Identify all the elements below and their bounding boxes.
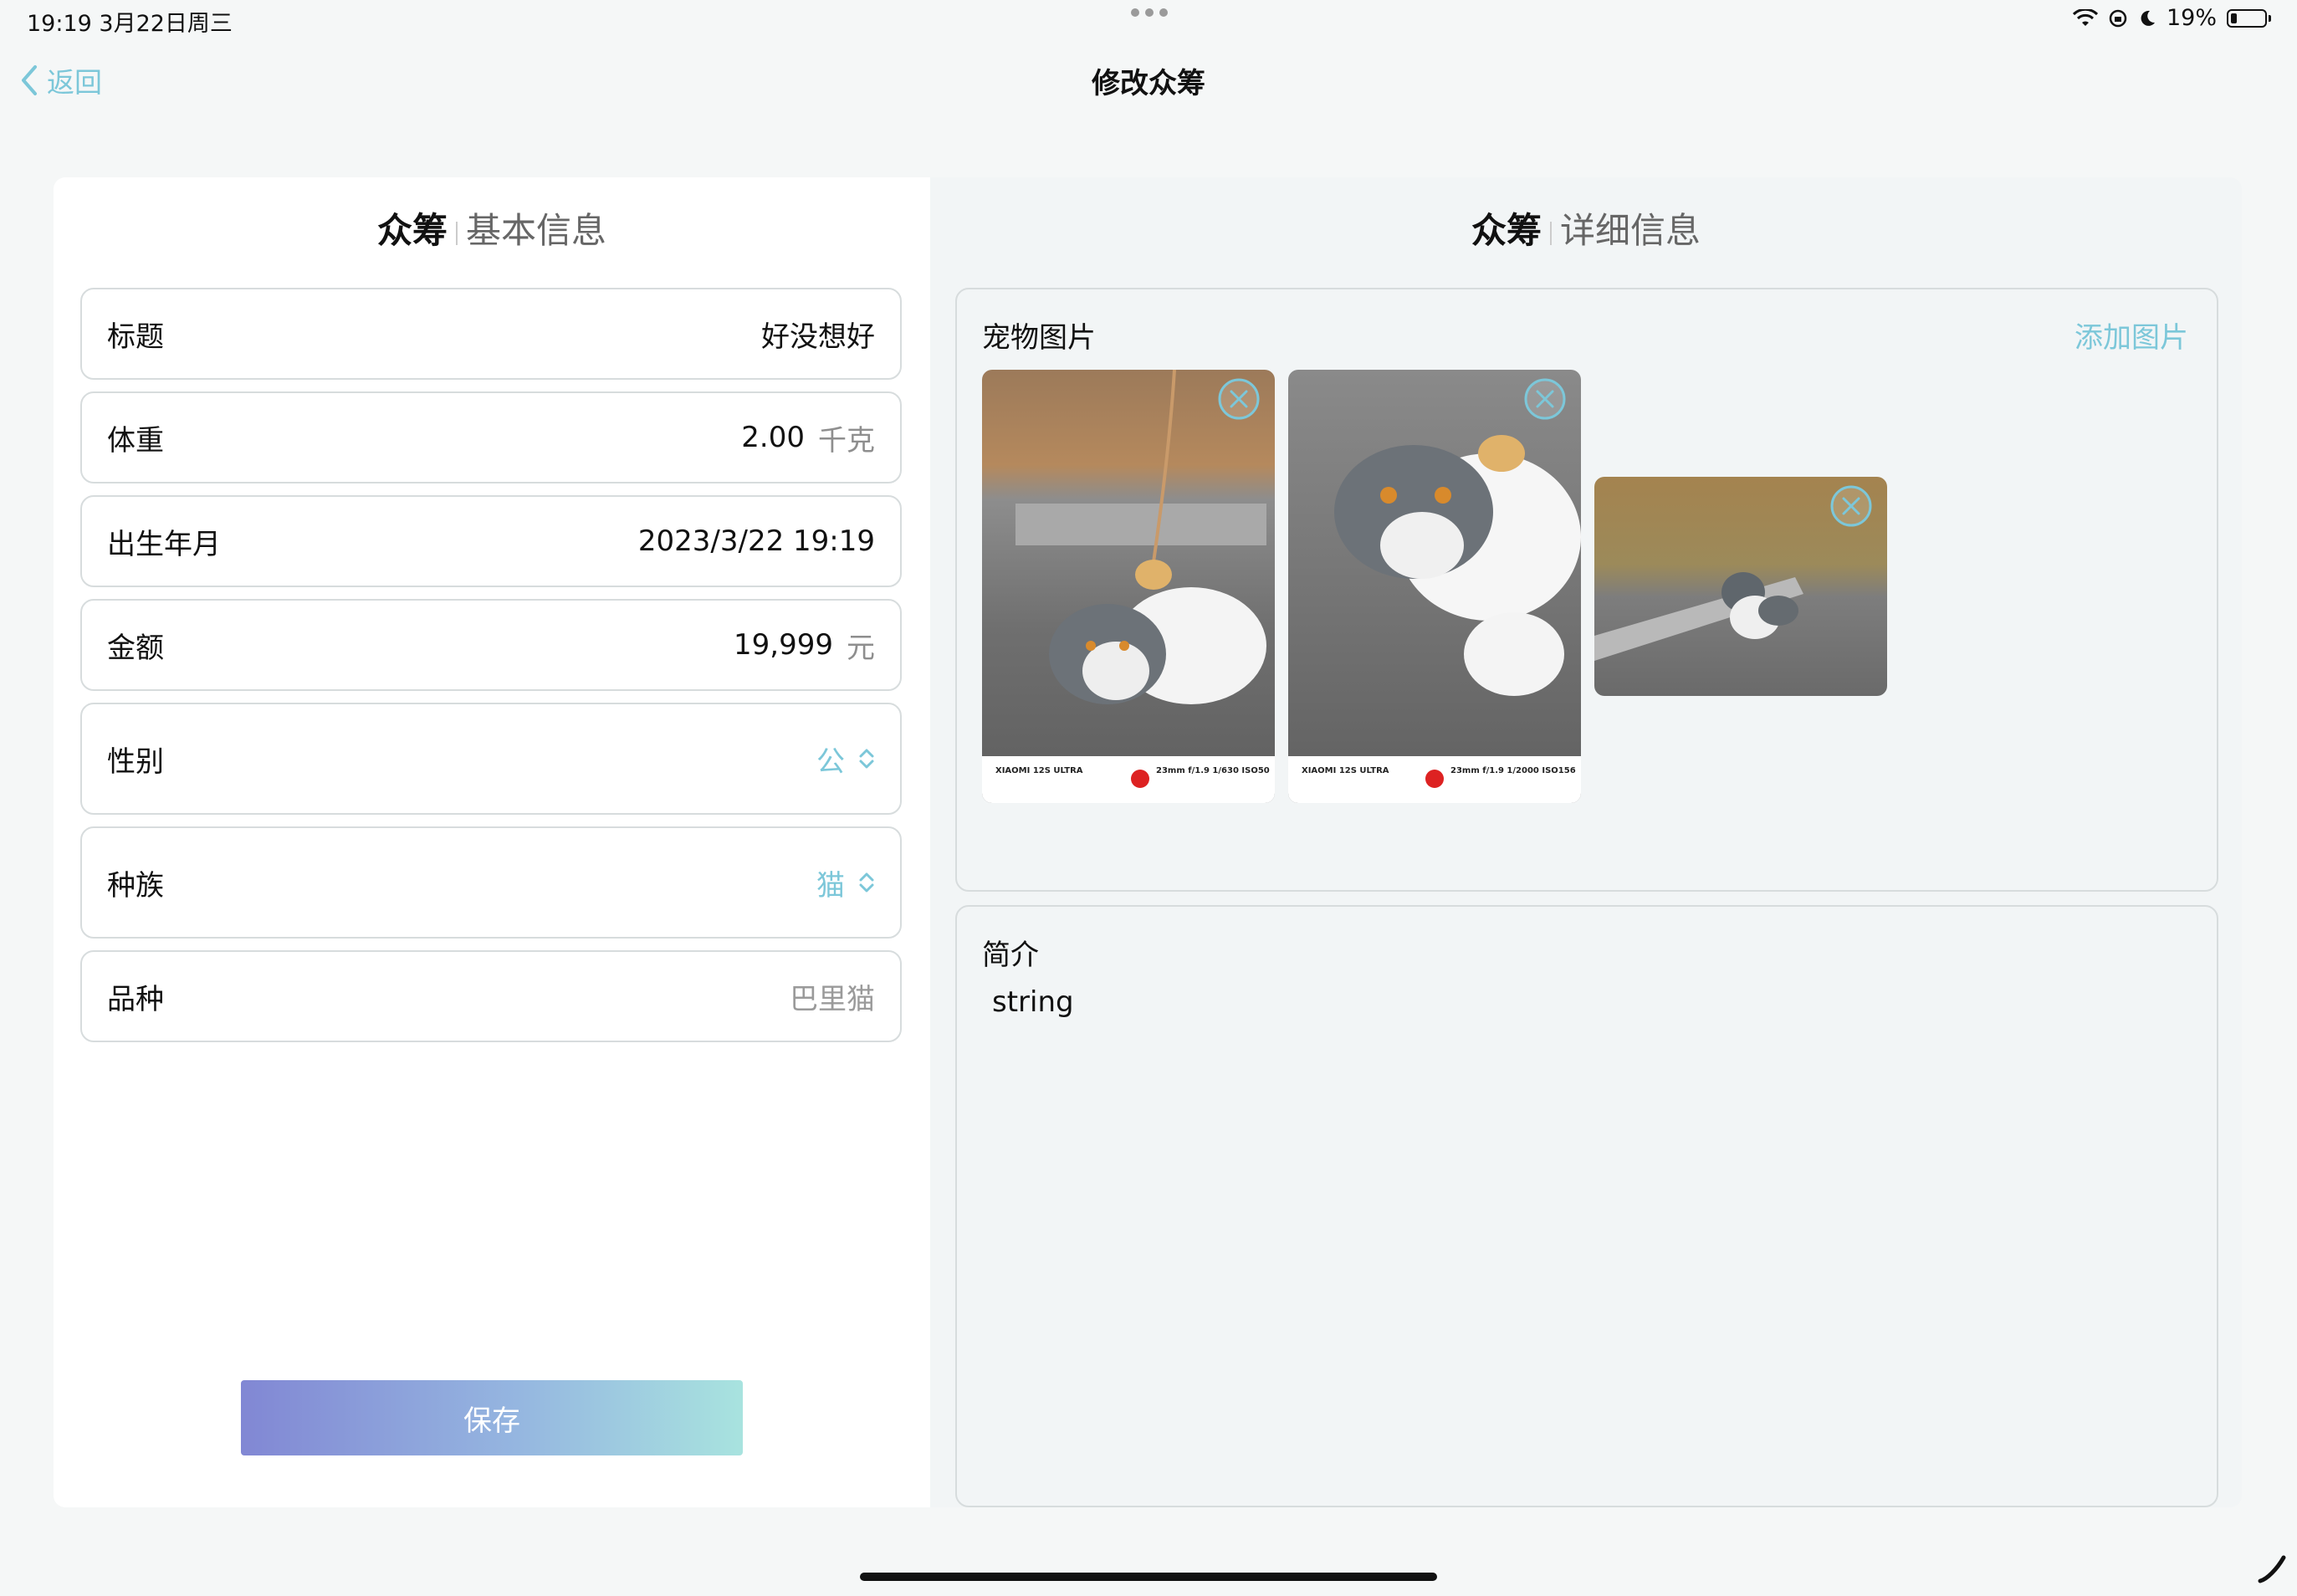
field-label: 出生年月 bbox=[107, 527, 221, 561]
pencil-indicator-icon bbox=[2258, 1555, 2286, 1583]
detail-info-panel: 众筹 详细信息 宠物图片 添加图片 XIAOMI 12S ULTRA 23mm f… bbox=[930, 177, 2242, 1507]
field-label: 标题 bbox=[107, 320, 164, 354]
page-title: 修改众筹 bbox=[1092, 67, 1205, 100]
breed-field[interactable]: 品种 巴里猫 bbox=[80, 950, 902, 1042]
status-indicators: 19% bbox=[2072, 5, 2271, 31]
gender-picker[interactable]: 性别 公 bbox=[80, 703, 902, 815]
species-picker[interactable]: 种族 猫 bbox=[80, 826, 902, 939]
heading-bold: 众筹 bbox=[376, 210, 448, 251]
intro-label: 简介 bbox=[982, 939, 1039, 972]
leica-logo bbox=[1425, 770, 1444, 788]
multitask-dots[interactable] bbox=[1131, 8, 1168, 17]
pet-photos-label: 宠物图片 bbox=[982, 321, 1096, 355]
pet-photo[interactable] bbox=[1594, 477, 1887, 696]
title-field[interactable]: 标题 好没想好 bbox=[80, 288, 902, 380]
amount-value[interactable]: 19,999 bbox=[734, 628, 833, 662]
chevron-up-down-icon bbox=[859, 872, 874, 893]
heading-light: 基本信息 bbox=[466, 210, 607, 251]
add-photo-button[interactable]: 添加图片 bbox=[2074, 315, 2188, 356]
photo-watermark-strip: XIAOMI 12S ULTRA 23mm f/1.9 1/2000 ISO15… bbox=[1288, 756, 1581, 803]
camera-model: XIAOMI 12S ULTRA bbox=[1302, 766, 1389, 775]
gender-value: 公 bbox=[816, 744, 845, 779]
remove-photo-icon[interactable] bbox=[1218, 378, 1260, 420]
heading-light: 详细信息 bbox=[1560, 210, 1701, 251]
chevron-up-down-icon bbox=[859, 749, 874, 769]
weight-unit: 千克 bbox=[818, 423, 875, 458]
weight-value[interactable]: 2.00 bbox=[741, 421, 805, 454]
cat-illustration bbox=[1015, 370, 1266, 704]
battery-percent: 19% bbox=[2166, 5, 2217, 31]
basic-info-heading: 众筹 基本信息 bbox=[54, 202, 930, 253]
exif-info: 23mm f/1.9 1/2000 ISO156 bbox=[1450, 766, 1576, 775]
weight-field[interactable]: 体重 2.00 千克 bbox=[80, 391, 902, 483]
birth-date-field[interactable]: 出生年月 2023/3/22 19:19 bbox=[80, 495, 902, 587]
field-label: 种族 bbox=[107, 868, 164, 903]
status-time: 19:19 3月22日周三 bbox=[27, 11, 233, 37]
intro-card[interactable]: 简介 string bbox=[955, 905, 2218, 1507]
orientation-lock-icon bbox=[2109, 9, 2127, 27]
exif-info: 23mm f/1.9 1/630 ISO50 bbox=[1156, 766, 1270, 775]
intro-textarea[interactable]: string bbox=[992, 985, 1074, 1019]
field-label: 金额 bbox=[107, 631, 164, 665]
birth-date-value[interactable]: 2023/3/22 19:19 bbox=[638, 524, 875, 558]
photo-watermark-strip: XIAOMI 12S ULTRA 23mm f/1.9 1/630 ISO50 bbox=[982, 756, 1275, 803]
breed-input-placeholder[interactable]: 巴里猫 bbox=[790, 976, 875, 1017]
pet-photo[interactable]: XIAOMI 12S ULTRA 23mm f/1.9 1/630 ISO50 bbox=[982, 370, 1275, 803]
wifi-icon bbox=[2072, 8, 2098, 26]
basic-info-panel: 众筹 基本信息 标题 好没想好 体重 2.00 千克 出生年月 2023/3/22 … bbox=[54, 177, 930, 1507]
pet-photos-card: 宠物图片 添加图片 XIAOMI 12S ULTRA 23mm f/1.9 1/… bbox=[955, 288, 2218, 892]
home-indicator[interactable] bbox=[860, 1573, 1437, 1581]
field-label: 体重 bbox=[107, 423, 164, 458]
detail-info-heading: 众筹 详细信息 bbox=[930, 202, 2242, 253]
camera-model: XIAOMI 12S ULTRA bbox=[995, 766, 1083, 775]
cat-illustration bbox=[1334, 435, 1581, 696]
amount-unit: 元 bbox=[847, 631, 875, 665]
field-label: 性别 bbox=[107, 744, 164, 779]
species-value: 猫 bbox=[816, 868, 845, 903]
battery-icon bbox=[2227, 8, 2271, 28]
pet-photo[interactable]: XIAOMI 12S ULTRA 23mm f/1.9 1/2000 ISO15… bbox=[1288, 370, 1581, 803]
leica-logo bbox=[1131, 770, 1149, 788]
field-label: 品种 bbox=[107, 982, 164, 1016]
amount-field[interactable]: 金额 19,999 元 bbox=[80, 599, 902, 691]
remove-photo-icon[interactable] bbox=[1524, 378, 1566, 420]
title-value[interactable]: 好没想好 bbox=[761, 314, 875, 355]
save-button[interactable]: 保存 bbox=[241, 1380, 743, 1455]
remove-photo-icon[interactable] bbox=[1830, 485, 1872, 527]
heading-bold: 众筹 bbox=[1471, 210, 1542, 251]
moon-icon bbox=[2141, 10, 2155, 26]
